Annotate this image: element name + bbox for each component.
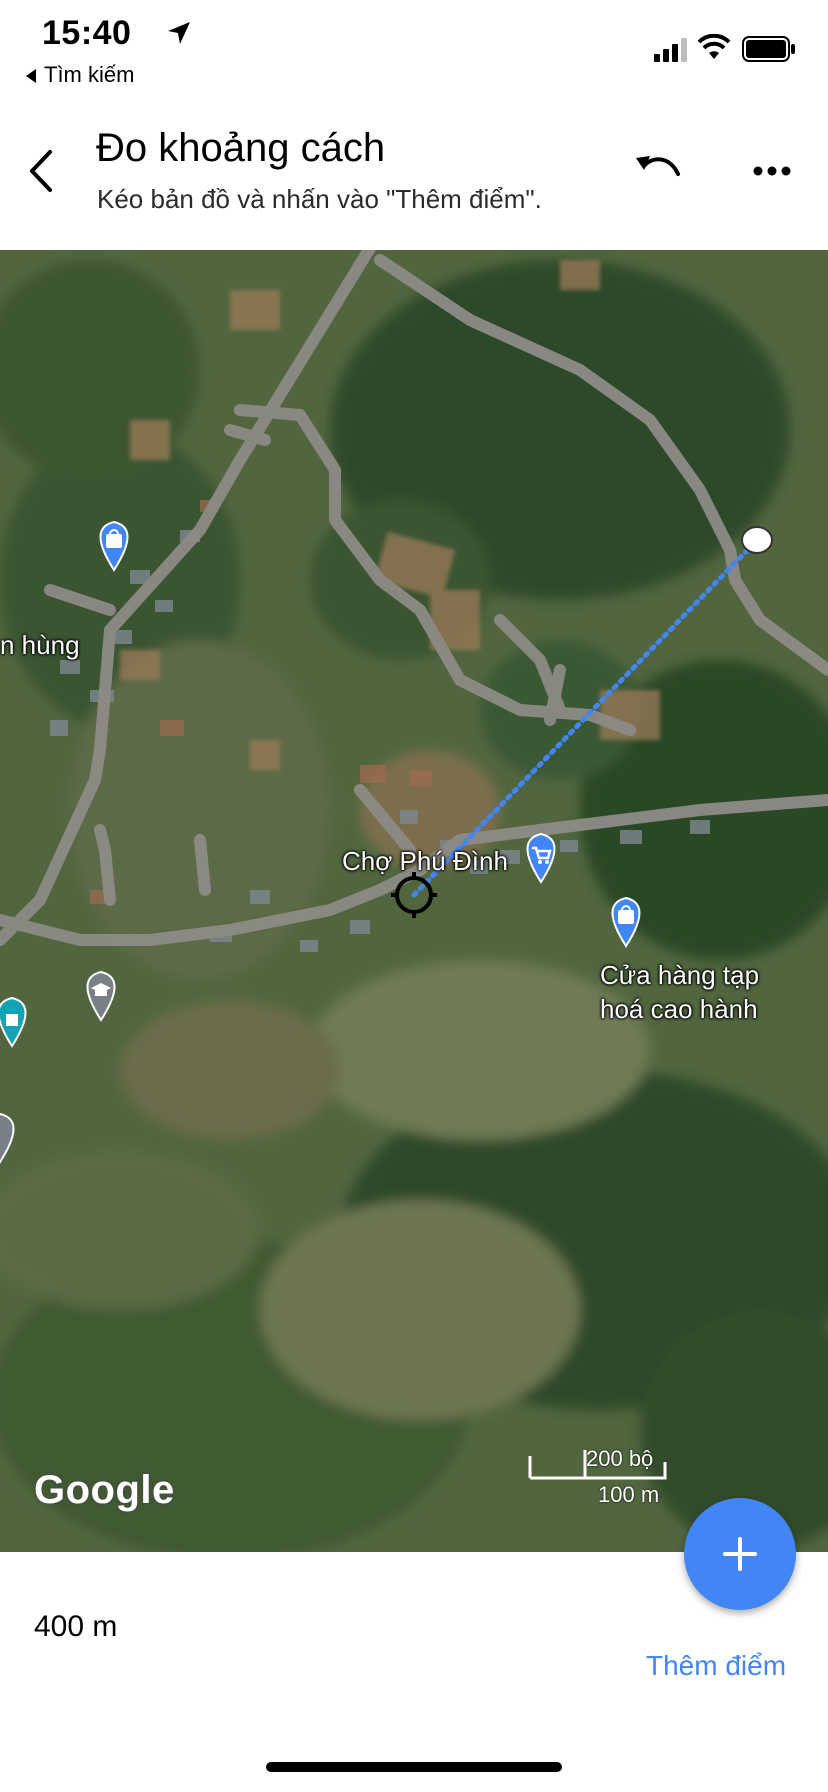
scale-imperial-label: 200 bộ xyxy=(586,1446,654,1471)
back-to-app-link[interactable]: Tìm kiếm xyxy=(26,62,134,88)
map-label-market: Chợ Phú Đình xyxy=(342,846,508,876)
plus-icon xyxy=(723,1537,757,1571)
distance-value: 400 m xyxy=(34,1610,118,1643)
location-arrow-icon xyxy=(168,22,190,44)
wifi-icon xyxy=(697,34,731,59)
more-options-icon[interactable] xyxy=(752,164,792,178)
scale-metric-label: 100 m xyxy=(598,1482,660,1507)
map-label-store-line1: Cửa hàng tạp xyxy=(600,960,760,990)
back-app-label: Tìm kiếm xyxy=(44,62,135,87)
google-logo: Google xyxy=(34,1468,175,1512)
page-subtitle: Kéo bản đồ và nhấn vào "Thêm điểm". xyxy=(97,184,542,214)
cellular-signal-icon xyxy=(654,38,687,62)
measure-start-point[interactable] xyxy=(741,526,773,554)
back-triangle-icon xyxy=(26,69,36,84)
add-point-fab[interactable] xyxy=(684,1498,796,1610)
status-time: 15:40 xyxy=(42,14,132,52)
undo-icon[interactable] xyxy=(634,152,682,186)
page-title: Đo khoảng cách xyxy=(96,126,386,170)
home-indicator[interactable] xyxy=(266,1762,562,1772)
map-view[interactable]: n hùng Chợ Phú Đình Cửa hàng tạp hoá cao… xyxy=(0,250,828,1552)
back-arrow-icon[interactable] xyxy=(26,148,56,194)
add-point-button[interactable]: Thêm điểm xyxy=(646,1650,786,1682)
satellite-imagery xyxy=(0,250,828,1552)
map-label-store-line2: hoá cao hành xyxy=(600,994,758,1024)
map-label-shop: n hùng xyxy=(0,630,80,660)
battery-icon xyxy=(742,36,795,62)
